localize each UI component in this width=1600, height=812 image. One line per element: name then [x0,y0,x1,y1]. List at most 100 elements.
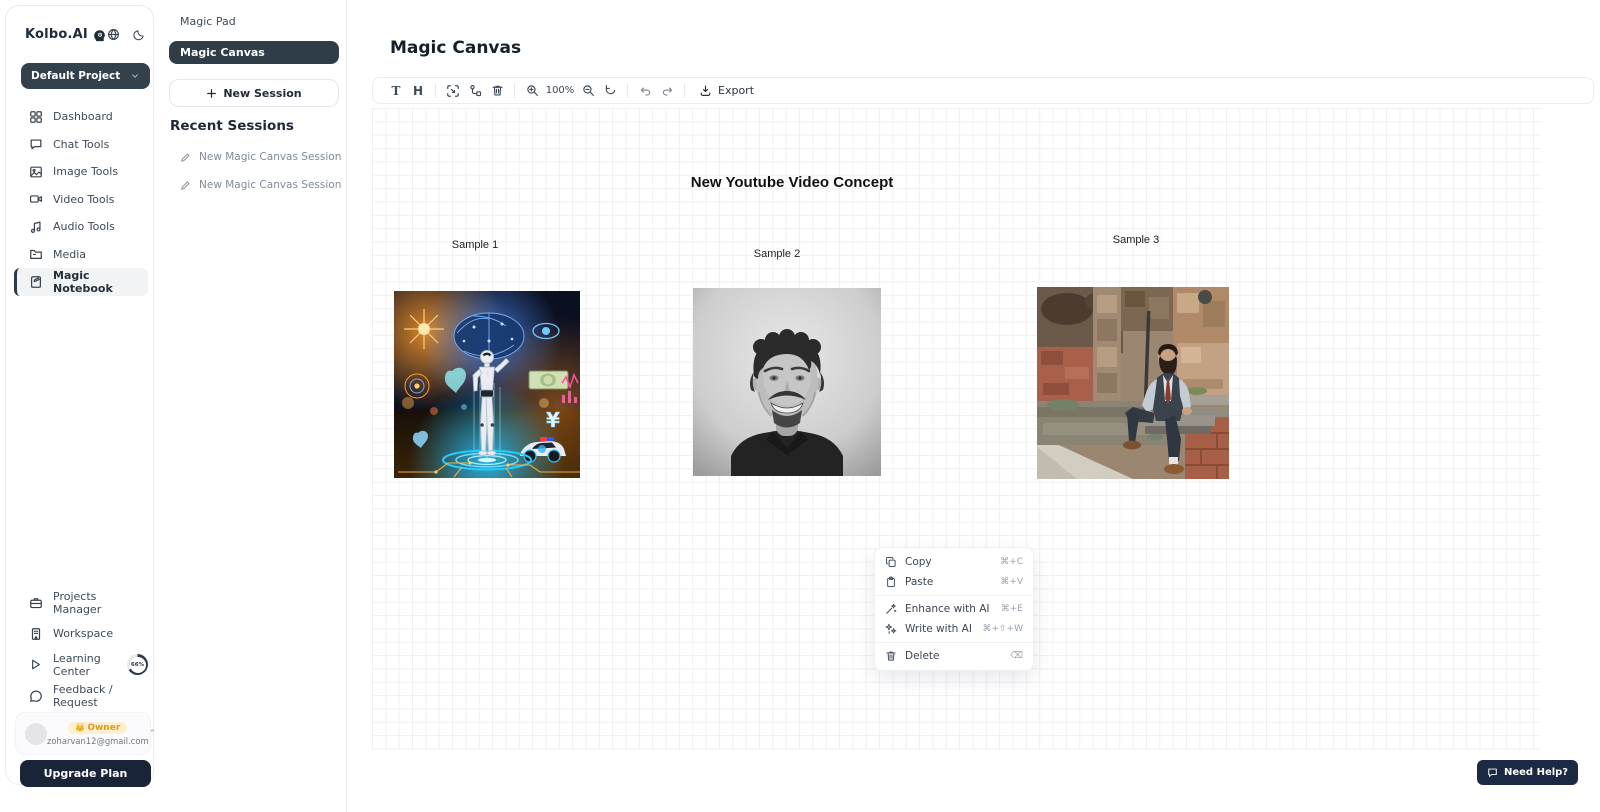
page-title: Magic Canvas [390,38,521,58]
redo-button[interactable] [656,84,678,97]
sidebar-item-chat-tools[interactable]: Chat Tools [14,131,148,159]
sample-1-label[interactable]: Sample 1 [425,239,525,251]
brand-head-icon [92,27,107,42]
export-label: Export [718,84,754,97]
chat-bubble-icon [29,137,43,151]
pencil-icon [180,180,191,191]
upgrade-plan-button[interactable]: Upgrade Plan [20,760,151,787]
toolbar-divider [627,83,628,98]
sample-image-2-portrait[interactable] [693,288,881,476]
recent-session-item[interactable]: New Magic Canvas Session [180,151,341,163]
sidebar-item-media[interactable]: Media [14,241,148,269]
notebook-panel: Magic Pad Magic Canvas New Session Recen… [155,0,347,812]
language-globe-icon[interactable] [107,28,120,41]
music-note-icon [29,220,43,234]
context-menu: Copy ⌘+C Paste ⌘+V Enhance with AI ⌘+E W… [874,547,1034,671]
context-menu-label: Copy [905,556,932,568]
new-session-button[interactable]: New Session [169,79,339,107]
sidebar-item-label: Image Tools [53,165,118,178]
app-root: Kolbo.AI Default Project Dashboard Chat … [0,0,1600,812]
sidebar-item-label: Media [53,248,86,261]
zoom-in-button[interactable] [521,84,543,97]
avatar [25,723,47,745]
undo-button[interactable] [634,84,656,97]
svg-text:¥: ¥ [546,408,560,432]
toolbar-divider [684,83,685,98]
clipboard-icon [885,576,897,588]
need-help-label: Need Help? [1504,767,1568,778]
context-menu-shortcut: ⌘+⇧+W [982,624,1023,634]
sidebar-item-projects-manager[interactable]: Projects Manager [14,587,148,618]
toolbar-divider [435,83,436,98]
brand-row: Kolbo.AI [25,27,140,42]
context-menu-shortcut: ⌘+V [1000,577,1023,587]
text-tool-button[interactable]: T [385,84,407,98]
context-menu-divider [875,642,1033,643]
need-help-button[interactable]: Need Help? [1477,760,1578,785]
user-account-chip[interactable]: 👑Owner zoharvan12@gmail.com ⌃ [15,712,151,755]
sidebar-item-label: Dashboard [53,110,113,123]
select-frame-tool-button[interactable] [442,84,464,98]
zoom-level[interactable]: 100% [543,85,577,96]
sidebar-item-label: Feedback / Request [53,683,148,709]
zoom-out-button[interactable] [577,84,599,97]
sidebar-footer-nav: Projects Manager Workspace Learning Cent… [14,587,148,711]
sidebar-item-video-tools[interactable]: Video Tools [14,186,148,214]
toolbar-divider [514,83,515,98]
context-menu-item-enhance-with-ai[interactable]: Enhance with AI ⌘+E [875,599,1033,619]
media-folder-icon [29,247,43,261]
briefcase-icon [29,596,43,610]
sample-3-label[interactable]: Sample 3 [1086,234,1186,246]
sidebar-item-label: Projects Manager [53,590,148,616]
connector-tool-button[interactable] [464,84,486,97]
chevron-down-icon [130,71,140,81]
project-selector-label: Default Project [31,70,120,82]
trash-icon [885,650,897,662]
sidebar-item-image-tools[interactable]: Image Tools [14,158,148,186]
export-button[interactable]: Export [699,84,754,97]
panel-item-magic-pad[interactable]: Magic Pad [180,15,236,28]
sidebar-item-label: Chat Tools [53,138,109,151]
sidebar-item-label: Video Tools [53,193,114,206]
sidebar-item-learning-center[interactable]: Learning Center 66% [14,649,148,680]
download-icon [699,84,712,97]
context-menu-label: Paste [905,576,933,588]
sidebar-item-feedback-request[interactable]: Feedback / Request [14,680,148,711]
heading-tool-button[interactable]: H [407,84,429,98]
sample-image-1-ai-collage[interactable]: ¥ [394,291,580,478]
reset-view-button[interactable] [599,84,621,97]
delete-tool-button[interactable] [486,84,508,97]
sidebar-item-workspace[interactable]: Workspace [14,618,148,649]
context-menu-item-write-with-ai[interactable]: Write with AI ⌘+⇧+W [875,619,1033,639]
sidebar-item-magic-notebook[interactable]: Magic Notebook [14,268,148,296]
image-icon [29,165,43,179]
context-menu-item-delete[interactable]: Delete ⌫ [875,646,1033,666]
context-menu-divider [875,595,1033,596]
plus-icon [206,88,217,99]
building-icon [29,627,43,641]
new-session-label: New Session [223,87,301,100]
magic-notebook-icon [29,275,43,289]
sample-2-label[interactable]: Sample 2 [727,248,827,260]
recent-session-item[interactable]: New Magic Canvas Session [180,179,341,191]
sidebar-item-audio-tools[interactable]: Audio Tools [14,213,148,241]
recent-sessions-heading: Recent Sessions [170,118,294,134]
canvas-heading[interactable]: New Youtube Video Concept [640,174,944,191]
context-menu-item-copy[interactable]: Copy ⌘+C [875,552,1033,572]
dark-mode-moon-icon[interactable] [133,29,145,41]
sidebar-item-label: Workspace [53,627,113,640]
context-menu-label: Delete [905,650,940,662]
context-menu-shortcut: ⌫ [1010,651,1023,661]
sidebar-item-label: Magic Notebook [53,269,148,295]
owner-badge: 👑Owner [68,722,127,734]
user-email: zoharvan12@gmail.com [47,736,149,746]
canvas-toolbar: T H 100% Export [372,77,1594,104]
pencil-icon [180,152,191,163]
panel-item-magic-canvas[interactable]: Magic Canvas [169,41,339,64]
sample-image-3-man-on-ruins[interactable] [1037,287,1229,479]
session-label: New Magic Canvas Session [199,151,341,163]
dashboard-icon [29,110,43,124]
sidebar-item-dashboard[interactable]: Dashboard [14,103,148,131]
context-menu-item-paste[interactable]: Paste ⌘+V [875,572,1033,592]
project-selector[interactable]: Default Project [21,63,150,89]
